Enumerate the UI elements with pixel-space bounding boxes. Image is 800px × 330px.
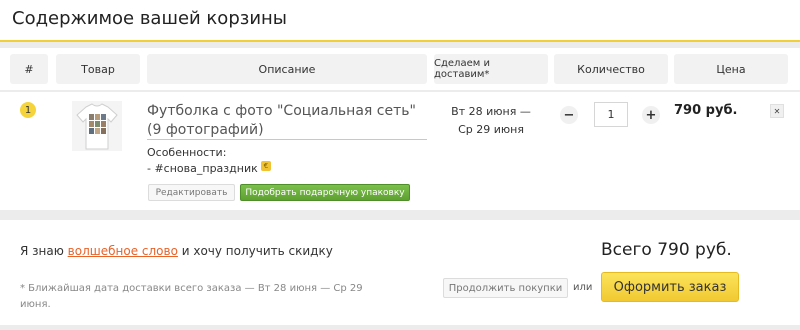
checkout-button[interactable]: Оформить заказ [601, 272, 739, 302]
item-price: 790 руб. [674, 103, 738, 118]
column-header-price: Цена [674, 54, 788, 84]
promo-text: Я знаю волшебное слово и хочу получить с… [20, 244, 333, 258]
tag-icon: € [261, 161, 271, 171]
promo-text-after: и хочу получить скидку [177, 244, 333, 258]
delivery-date-start: Вт 28 июня — [451, 105, 531, 118]
close-icon: ✕ [773, 106, 781, 116]
quantity-input[interactable] [594, 102, 628, 127]
title-bar: Содержимое вашей корзины [0, 0, 800, 42]
delivery-note: * Ближайшая дата доставки всего заказа —… [20, 283, 363, 310]
gift-wrap-button[interactable]: Подобрать подарочную упаковку [240, 184, 410, 201]
delivery-date-end: Ср 29 июня [458, 123, 524, 136]
column-header-product: Товар [56, 54, 140, 84]
column-header-description: Описание [147, 54, 427, 84]
remove-item-button[interactable]: ✕ [770, 104, 784, 118]
promo-link[interactable]: волшебное слово [68, 244, 178, 258]
cart-table-header: # Товар Описание Сделаем и доставим* Кол… [0, 48, 800, 90]
features-label: Особенности: [147, 146, 227, 159]
continue-shopping-button[interactable]: Продолжить покупки [443, 278, 568, 298]
column-header-num: # [10, 54, 48, 84]
item-index-badge: 1 [20, 102, 36, 118]
product-thumbnail[interactable] [72, 101, 122, 151]
delivery-dates: Вт 28 июня — Ср 29 июня [436, 103, 546, 139]
or-separator: или [573, 282, 593, 293]
order-total: Всего 790 руб. [601, 240, 732, 260]
column-header-delivery: Сделаем и доставим* [434, 54, 548, 84]
quantity-increase-button[interactable]: + [642, 106, 660, 124]
column-header-quantity: Количество [554, 54, 668, 84]
page-title: Содержимое вашей корзины [12, 8, 287, 29]
quantity-decrease-button[interactable]: − [560, 106, 578, 124]
feature-item: - #снова_праздник [147, 162, 258, 175]
promo-text-before: Я знаю [20, 244, 68, 258]
tshirt-photo-icon [76, 103, 118, 150]
edit-button[interactable]: Редактировать [148, 184, 235, 201]
product-name[interactable]: Футболка с фото "Социальная сеть" (9 фот… [147, 102, 427, 140]
